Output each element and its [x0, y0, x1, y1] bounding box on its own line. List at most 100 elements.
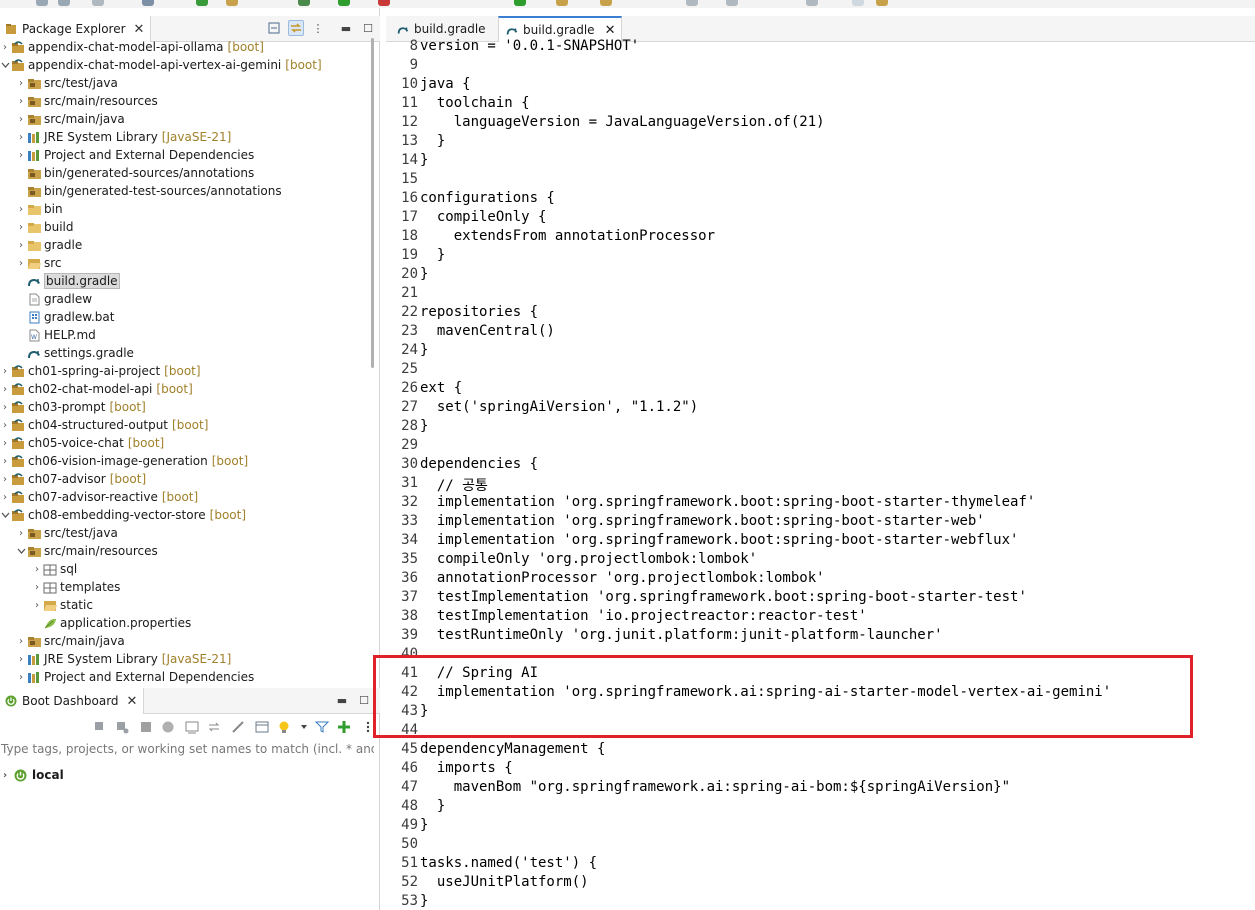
toolbar-icon[interactable]	[876, 0, 888, 6]
tree-scrollbar[interactable]	[371, 38, 374, 368]
tree-item[interactable]: › static	[0, 596, 370, 614]
refresh-icon[interactable]	[206, 719, 222, 735]
run-icon[interactable]	[196, 0, 208, 6]
tree-item[interactable]: › sql	[0, 560, 370, 578]
minimize-icon[interactable]: ▬	[338, 20, 354, 36]
tab-boot-dashboard[interactable]: Boot Dashboard ✕	[0, 688, 145, 714]
tree-item[interactable]: build.gradle	[0, 272, 370, 290]
tree-item[interactable]: › JRE System Library [JavaSE-21]	[0, 650, 370, 668]
tree-item[interactable]: › ch01-spring-ai-project [boot]	[0, 362, 370, 380]
tree-item[interactable]: › ch06-vision-image-generation [boot]	[0, 452, 370, 470]
chevron-right-icon[interactable]: ›	[0, 770, 10, 781]
edit-icon[interactable]	[230, 719, 246, 735]
tree-item[interactable]: › build	[0, 218, 370, 236]
add-icon[interactable]	[336, 719, 352, 735]
local-target-row[interactable]: › local	[0, 766, 64, 784]
chevron-right-icon[interactable]: ›	[0, 384, 10, 395]
collapse-all-icon[interactable]	[266, 20, 282, 36]
chevron-right-icon[interactable]: ›	[16, 528, 26, 539]
tree-item[interactable]: › src	[0, 254, 370, 272]
tree-item[interactable]: › templates	[0, 578, 370, 596]
close-icon[interactable]: ✕	[127, 694, 138, 709]
debug-icon[interactable]	[114, 719, 130, 735]
tree-item[interactable]: › Project and External Dependencies	[0, 668, 370, 684]
tree-item[interactable]: src/main/resources	[0, 542, 370, 560]
chevron-right-icon[interactable]: ›	[0, 474, 10, 485]
chevron-right-icon[interactable]: ›	[0, 42, 10, 53]
chevron-right-icon[interactable]: ›	[16, 654, 26, 665]
open-browser-icon[interactable]	[160, 719, 176, 735]
lightbulb-icon[interactable]	[276, 719, 292, 735]
chevron-right-icon[interactable]: ›	[32, 564, 42, 575]
console-icon[interactable]	[184, 719, 200, 735]
toolbar-icon[interactable]	[600, 0, 612, 6]
tree-item[interactable]: › Project and External Dependencies	[0, 146, 370, 164]
tree-item[interactable]: › src/test/java	[0, 524, 370, 542]
chevron-right-icon[interactable]: ›	[16, 96, 26, 107]
chevron-right-icon[interactable]: ›	[0, 420, 10, 431]
properties-icon[interactable]	[254, 719, 270, 735]
toolbar-icon[interactable]	[58, 0, 70, 6]
chevron-right-icon[interactable]: ›	[0, 456, 10, 467]
chevron-right-icon[interactable]: ›	[16, 150, 26, 161]
chevron-right-icon[interactable]: ›	[16, 222, 26, 233]
toolbar-icon[interactable]	[514, 0, 526, 6]
tree-item[interactable]: › ch05-voice-chat [boot]	[0, 434, 370, 452]
chevron-right-icon[interactable]: ›	[16, 636, 26, 647]
tree-item[interactable]: › gradle	[0, 236, 370, 254]
chevron-right-icon[interactable]: ›	[0, 492, 10, 503]
tree-item[interactable]: › src/main/resources	[0, 92, 370, 110]
debug-icon[interactable]	[338, 0, 350, 6]
chevron-right-icon[interactable]: ›	[0, 366, 10, 377]
chevron-down-icon[interactable]	[16, 547, 26, 556]
stop-icon[interactable]	[138, 719, 154, 735]
toolbar-icon[interactable]	[226, 0, 238, 6]
tree-item[interactable]: bin/generated-sources/annotations	[0, 164, 370, 182]
toolbar-icon[interactable]	[556, 0, 568, 6]
tree-item[interactable]: › appendix-chat-model-api-ollama [boot]	[0, 38, 370, 56]
toolbar-icon[interactable]	[142, 0, 154, 6]
chevron-down-icon[interactable]	[0, 61, 10, 70]
link-with-editor-icon[interactable]	[288, 20, 304, 36]
filter-icon[interactable]	[314, 719, 330, 735]
chevron-right-icon[interactable]: ›	[16, 258, 26, 269]
chevron-right-icon[interactable]: ›	[0, 402, 10, 413]
dropdown-icon[interactable]	[296, 719, 312, 735]
tree-item[interactable]: settings.gradle	[0, 344, 370, 362]
maximize-icon[interactable]: ☐	[356, 692, 372, 708]
toolbar-icon[interactable]	[686, 0, 698, 6]
tree-item[interactable]: bin/generated-test-sources/annotations	[0, 182, 370, 200]
minimize-icon[interactable]: ▬	[334, 692, 350, 708]
tree-item[interactable]: appendix-chat-model-api-vertex-ai-gemini…	[0, 56, 370, 74]
toolbar-icon[interactable]	[298, 0, 310, 6]
chevron-right-icon[interactable]: ›	[0, 438, 10, 449]
chevron-down-icon[interactable]	[0, 511, 10, 520]
chevron-right-icon[interactable]: ›	[16, 240, 26, 251]
boot-filter-input[interactable]: Type tags, projects, or working set name…	[0, 742, 374, 760]
view-menu-icon[interactable]: ⋮	[310, 20, 326, 36]
chevron-right-icon[interactable]: ›	[32, 582, 42, 593]
tree-item[interactable]: ch08-embedding-vector-store [boot]	[0, 506, 370, 524]
tree-item[interactable]: application.properties	[0, 614, 370, 632]
toolbar-icon[interactable]	[378, 0, 390, 6]
start-icon[interactable]	[92, 719, 108, 735]
maximize-icon[interactable]: ☐	[360, 20, 376, 36]
toolbar-icon[interactable]	[92, 0, 104, 6]
chevron-right-icon[interactable]: ›	[32, 600, 42, 611]
tree-item[interactable]: gradlew	[0, 290, 370, 308]
tree-item[interactable]: › ch07-advisor-reactive [boot]	[0, 488, 370, 506]
tree-item[interactable]: W HELP.md	[0, 326, 370, 344]
chevron-right-icon[interactable]: ›	[16, 114, 26, 125]
toolbar-icon[interactable]	[852, 0, 864, 6]
tree-item[interactable]: › ch04-structured-output [boot]	[0, 416, 370, 434]
tree-item[interactable]: › JRE System Library [JavaSE-21]	[0, 128, 370, 146]
tree-item[interactable]: › ch03-prompt [boot]	[0, 398, 370, 416]
tree-item[interactable]: › src/main/java	[0, 110, 370, 128]
code-editor[interactable]: 8 version = '0.0.1-SNAPSHOT' 9 10 java {11 t…	[386, 36, 1255, 910]
close-icon[interactable]: ✕	[134, 22, 145, 37]
toolbar-icon[interactable]	[36, 0, 48, 6]
tree-item[interactable]: › src/test/java	[0, 74, 370, 92]
chevron-right-icon[interactable]: ›	[16, 78, 26, 89]
back-icon[interactable]	[726, 0, 738, 6]
tree-item[interactable]: › src/main/java	[0, 632, 370, 650]
